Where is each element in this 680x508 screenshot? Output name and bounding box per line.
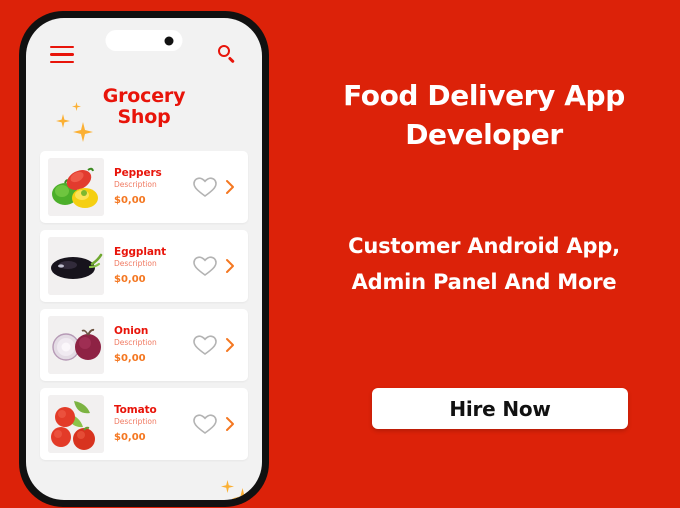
product-thumbnail — [48, 395, 104, 453]
product-card[interactable]: Peppers Description $0,00 — [40, 151, 248, 223]
hire-now-button[interactable]: Hire Now — [372, 388, 628, 429]
eggplant-photo — [48, 237, 104, 295]
menu-line — [50, 53, 74, 56]
menu-line — [50, 60, 74, 63]
bell-peppers-photo — [48, 158, 104, 216]
promo-banner: Grocery Shop Peppers Description $0,00 E… — [0, 0, 680, 508]
promo-headline-line1: Food Delivery App — [343, 79, 625, 112]
promo-subheadline-line2: Admin Panel And More — [351, 270, 617, 294]
chevron-right-icon[interactable] — [222, 415, 238, 433]
hamburger-menu-icon[interactable] — [50, 46, 74, 63]
product-price: $0,00 — [114, 432, 146, 443]
shop-title-line2: Shop — [117, 106, 171, 128]
heart-outline-icon[interactable] — [192, 175, 218, 199]
phone-mockup: Grocery Shop Peppers Description $0,00 E… — [19, 11, 269, 507]
heart-outline-icon[interactable] — [192, 254, 218, 278]
product-thumbnail — [48, 158, 104, 216]
search-icon[interactable] — [218, 45, 237, 64]
product-description: Description — [114, 338, 157, 347]
phone-screen: Grocery Shop Peppers Description $0,00 E… — [26, 18, 262, 500]
product-price: $0,00 — [114, 353, 146, 364]
chevron-right-icon[interactable] — [222, 257, 238, 275]
tomatoes-photo — [48, 395, 104, 453]
product-info: Onion Description $0,00 — [114, 325, 192, 365]
product-thumbnail — [48, 237, 104, 295]
product-card[interactable]: Onion Description $0,00 — [40, 309, 248, 381]
product-price: $0,00 — [114, 195, 146, 206]
product-description: Description — [114, 417, 157, 426]
promo-headline-line2: Developer — [405, 118, 563, 151]
heart-outline-icon[interactable] — [192, 333, 218, 357]
promo-text-panel: Food Delivery App Developer Customer And… — [288, 0, 680, 508]
product-price: $0,00 — [114, 274, 146, 285]
promo-subheadline-line1: Customer Android App, — [348, 234, 620, 258]
promo-headline: Food Delivery App Developer — [288, 76, 680, 154]
product-description: Description — [114, 180, 157, 189]
onion-photo — [48, 316, 104, 374]
product-card[interactable]: Eggplant Description $0,00 — [40, 230, 248, 302]
promo-subheadline: Customer Android App, Admin Panel And Mo… — [288, 228, 680, 300]
shop-title-line1: Grocery — [102, 85, 186, 107]
product-description: Description — [114, 259, 157, 268]
product-info: Tomato Description $0,00 — [114, 404, 192, 444]
product-name: Peppers — [114, 167, 162, 179]
app-top-bar — [26, 42, 262, 72]
product-name: Eggplant — [114, 246, 167, 258]
product-thumbnail — [48, 316, 104, 374]
chevron-right-icon[interactable] — [222, 178, 238, 196]
menu-line — [50, 46, 74, 49]
chevron-right-icon[interactable] — [222, 336, 238, 354]
heart-outline-icon[interactable] — [192, 412, 218, 436]
sparkle-icon — [232, 488, 253, 500]
product-name: Onion — [114, 325, 149, 337]
product-name: Tomato — [114, 404, 157, 416]
product-info: Peppers Description $0,00 — [114, 167, 192, 207]
product-card[interactable]: Tomato Description $0,00 — [40, 388, 248, 460]
shop-title: Grocery Shop — [26, 86, 262, 128]
search-icon-handle — [227, 55, 235, 63]
product-info: Eggplant Description $0,00 — [114, 246, 192, 286]
search-icon-ring — [218, 45, 230, 57]
product-list: Peppers Description $0,00 Eggplant Descr… — [26, 151, 262, 467]
